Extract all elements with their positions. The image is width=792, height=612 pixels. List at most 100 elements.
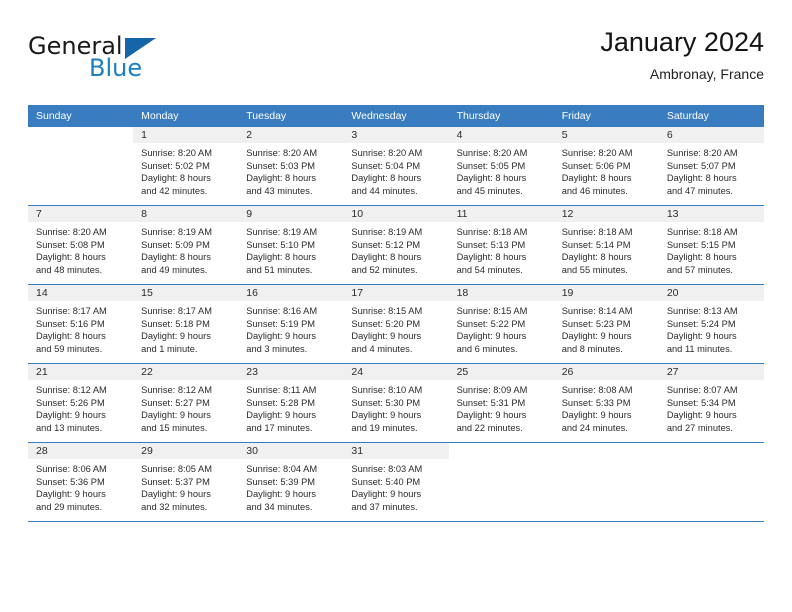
daylight-line: and 4 minutes.: [351, 343, 413, 354]
daylight-line: and 15 minutes.: [141, 422, 208, 433]
calendar-week-row: 28 Sunrise: 8:06 AM Sunset: 5:36 PM Dayligh…: [28, 442, 764, 522]
calendar-day-cell[interactable]: 21 Sunrise: 8:12 AM Sunset: 5:26 PM Dayligh…: [28, 363, 134, 443]
day-details: Sunrise: 8:19 AM Sunset: 5:12 PM Daylight:…: [343, 222, 448, 276]
calendar-day-cell[interactable]: 27 Sunrise: 8:07 AM Sunset: 5:34 PM Dayligh…: [658, 363, 764, 443]
calendar-day-cell-empty: [448, 442, 554, 522]
calendar-day-cell[interactable]: 5 Sunrise: 8:20 AM Sunset: 5:06 PM Daylight…: [553, 127, 659, 206]
day-number: 6: [658, 127, 764, 143]
general-blue-logo[interactable]: General Blue: [28, 32, 248, 92]
calendar-day-cell-empty: [553, 442, 659, 522]
calendar-day-cell[interactable]: 31 Sunrise: 8:03 AM Sunset: 5:40 PM Dayligh…: [343, 442, 449, 522]
day-number: 9: [238, 206, 344, 222]
calendar-day-cell[interactable]: 3 Sunrise: 8:20 AM Sunset: 5:04 PM Daylight…: [343, 127, 449, 206]
day-number: 7: [28, 206, 134, 222]
daylight-line: and 43 minutes.: [246, 185, 313, 196]
calendar-day-cell[interactable]: 30 Sunrise: 8:04 AM Sunset: 5:39 PM Dayligh…: [238, 442, 344, 522]
daylight-line: Daylight: 9 hours: [246, 410, 317, 421]
day-number: 23: [238, 364, 344, 380]
sunset-line: Sunset: 5:10 PM: [246, 239, 316, 250]
sunset-line: Sunset: 5:13 PM: [456, 239, 526, 250]
calendar-day-cell[interactable]: 8 Sunrise: 8:19 AM Sunset: 5:09 PM Daylight…: [133, 205, 239, 285]
daylight-line: Daylight: 9 hours: [666, 331, 737, 342]
sunset-line: Sunset: 5:20 PM: [351, 318, 421, 329]
sunset-line: Sunset: 5:07 PM: [666, 160, 736, 171]
sunset-line: Sunset: 5:23 PM: [561, 318, 631, 329]
calendar-day-cell[interactable]: 9 Sunrise: 8:19 AM Sunset: 5:10 PM Daylight…: [238, 205, 344, 285]
day-number: 5: [553, 127, 659, 143]
weekday-header-thursday: Thursday: [448, 105, 554, 127]
daylight-line: Daylight: 8 hours: [141, 252, 211, 263]
daylight-line: and 49 minutes.: [141, 264, 208, 275]
calendar-day-cell[interactable]: 14 Sunrise: 8:17 AM Sunset: 5:16 PM Dayligh…: [28, 284, 134, 364]
calendar-day-cell[interactable]: 12 Sunrise: 8:18 AM Sunset: 5:14 PM Dayligh…: [553, 205, 659, 285]
sunrise-line: Sunrise: 8:07 AM: [666, 385, 738, 395]
calendar-day-cell[interactable]: 11 Sunrise: 8:18 AM Sunset: 5:13 PM Dayligh…: [448, 205, 554, 285]
sunrise-line: Sunrise: 8:20 AM: [351, 148, 423, 158]
sunset-line: Sunset: 5:08 PM: [36, 239, 105, 250]
calendar-day-cell[interactable]: 15 Sunrise: 8:17 AM Sunset: 5:18 PM Dayligh…: [133, 284, 239, 364]
calendar-day-cell[interactable]: 18 Sunrise: 8:15 AM Sunset: 5:22 PM Dayligh…: [448, 284, 554, 364]
day-details: Sunrise: 8:13 AM Sunset: 5:24 PM Daylight:…: [659, 301, 764, 355]
daylight-line: and 47 minutes.: [666, 185, 733, 196]
daylight-line: and 46 minutes.: [561, 185, 628, 196]
day-number: 19: [553, 285, 659, 301]
day-details: Sunrise: 8:06 AM Sunset: 5:36 PM Daylight:…: [28, 459, 133, 513]
calendar-day-cell[interactable]: 2 Sunrise: 8:20 AM Sunset: 5:03 PM Daylight…: [238, 127, 344, 206]
sunrise-line: Sunrise: 8:12 AM: [36, 385, 107, 395]
calendar-day-cell[interactable]: 19 Sunrise: 8:14 AM Sunset: 5:23 PM Dayligh…: [553, 284, 659, 364]
calendar-day-cell[interactable]: 1 Sunrise: 8:20 AM Sunset: 5:02 PM Daylight…: [133, 127, 239, 206]
day-details: Sunrise: 8:15 AM Sunset: 5:22 PM Daylight:…: [449, 301, 554, 355]
daylight-line: and 22 minutes.: [456, 422, 523, 433]
daylight-line: and 13 minutes.: [36, 422, 103, 433]
sunrise-line: Sunrise: 8:16 AM: [246, 306, 318, 316]
calendar-day-cell[interactable]: 4 Sunrise: 8:20 AM Sunset: 5:05 PM Daylight…: [448, 127, 554, 206]
calendar-table: Sunday Monday Tuesday Wednesday Thursday Frid…: [28, 105, 764, 522]
sunset-line: Sunset: 5:33 PM: [561, 397, 631, 408]
daylight-line: Daylight: 8 hours: [456, 173, 527, 184]
day-details: Sunrise: 8:17 AM Sunset: 5:16 PM Daylight:…: [28, 301, 133, 355]
calendar-day-cell[interactable]: 29 Sunrise: 8:05 AM Sunset: 5:37 PM Dayligh…: [133, 442, 239, 522]
sunrise-line: Sunrise: 8:08 AM: [561, 385, 633, 395]
daylight-line: and 29 minutes.: [36, 501, 103, 512]
location-subtitle: Ambronay, France: [649, 66, 764, 82]
sunrise-line: Sunrise: 8:17 AM: [36, 306, 107, 316]
day-number: 20: [658, 285, 764, 301]
daylight-line: Daylight: 9 hours: [36, 410, 106, 421]
day-number: 10: [343, 206, 449, 222]
day-details: Sunrise: 8:20 AM Sunset: 5:08 PM Daylight:…: [28, 222, 133, 276]
day-details: Sunrise: 8:10 AM Sunset: 5:30 PM Daylight:…: [343, 380, 448, 434]
calendar-day-cell[interactable]: 22 Sunrise: 8:12 AM Sunset: 5:27 PM Dayligh…: [133, 363, 239, 443]
daylight-line: Daylight: 8 hours: [666, 173, 737, 184]
calendar-day-cell[interactable]: 10 Sunrise: 8:19 AM Sunset: 5:12 PM Dayligh…: [343, 205, 449, 285]
calendar-day-cell[interactable]: 6 Sunrise: 8:20 AM Sunset: 5:07 PM Daylight…: [658, 127, 764, 206]
daylight-line: Daylight: 8 hours: [36, 252, 106, 263]
daylight-line: and 1 minute.: [141, 343, 198, 354]
daylight-line: Daylight: 9 hours: [561, 410, 632, 421]
daylight-line: Daylight: 9 hours: [246, 489, 317, 500]
calendar-day-cell[interactable]: 13 Sunrise: 8:18 AM Sunset: 5:15 PM Dayligh…: [658, 205, 764, 285]
calendar-day-cell[interactable]: 28 Sunrise: 8:06 AM Sunset: 5:36 PM Dayligh…: [28, 442, 134, 522]
calendar-day-cell[interactable]: 7 Sunrise: 8:20 AM Sunset: 5:08 PM Daylight…: [28, 205, 134, 285]
day-number: [658, 443, 764, 459]
calendar-body: 1 Sunrise: 8:20 AM Sunset: 5:02 PM Daylight…: [28, 127, 764, 522]
day-number: 21: [28, 364, 134, 380]
calendar-day-cell[interactable]: 20 Sunrise: 8:13 AM Sunset: 5:24 PM Dayligh…: [658, 284, 764, 364]
calendar-day-cell[interactable]: 23 Sunrise: 8:11 AM Sunset: 5:28 PM Dayligh…: [238, 363, 344, 443]
daylight-line: Daylight: 9 hours: [246, 331, 317, 342]
calendar-day-cell[interactable]: 24 Sunrise: 8:10 AM Sunset: 5:30 PM Dayligh…: [343, 363, 449, 443]
calendar-day-cell[interactable]: 26 Sunrise: 8:08 AM Sunset: 5:33 PM Dayligh…: [553, 363, 659, 443]
day-number: 12: [553, 206, 659, 222]
sunrise-line: Sunrise: 8:19 AM: [351, 227, 423, 237]
calendar-day-cell[interactable]: 25 Sunrise: 8:09 AM Sunset: 5:31 PM Dayligh…: [448, 363, 554, 443]
weekday-header-tuesday: Tuesday: [238, 105, 344, 127]
sunset-line: Sunset: 5:40 PM: [351, 476, 421, 487]
calendar-day-cell[interactable]: 16 Sunrise: 8:16 AM Sunset: 5:19 PM Dayligh…: [238, 284, 344, 364]
day-number: 24: [343, 364, 449, 380]
sunrise-line: Sunrise: 8:18 AM: [561, 227, 633, 237]
day-number: 28: [28, 443, 134, 459]
calendar-day-cell[interactable]: 17 Sunrise: 8:15 AM Sunset: 5:20 PM Dayligh…: [343, 284, 449, 364]
sunset-line: Sunset: 5:02 PM: [141, 160, 210, 171]
day-number: 26: [553, 364, 659, 380]
sunrise-line: Sunrise: 8:20 AM: [246, 148, 318, 158]
day-number: 3: [343, 127, 449, 143]
